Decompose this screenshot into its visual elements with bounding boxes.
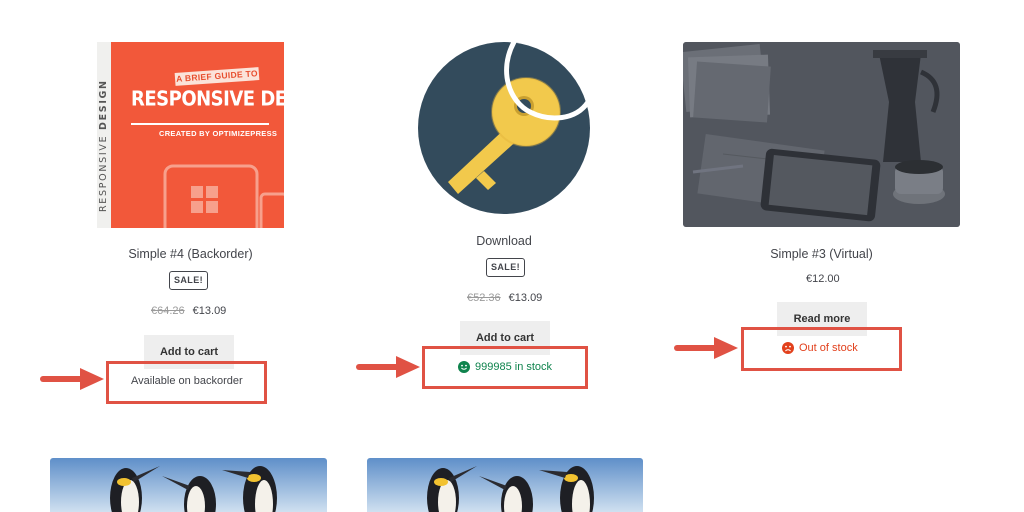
devices-illustration	[163, 164, 284, 228]
highlight-box-backorder	[106, 361, 267, 404]
arrow-right-icon	[674, 337, 738, 359]
product-title[interactable]: Download	[418, 234, 590, 248]
book-spine: RESPONSIVE DESIGN	[97, 42, 111, 228]
product-grid: RESPONSIVE DESIGN A BRIEF GUIDE TO RESPO…	[0, 0, 1024, 512]
arrow-right-icon	[356, 356, 420, 378]
book-spine-text: RESPONSIVE DESIGN	[98, 79, 109, 212]
sale-badge: SALE!	[486, 258, 525, 277]
product-image-book[interactable]: RESPONSIVE DESIGN A BRIEF GUIDE TO RESPO…	[97, 42, 284, 228]
book-byline: CREATED BY OPTIMIZEPRESS	[159, 129, 278, 138]
old-price: €52.36	[467, 292, 501, 304]
sale-price: €13.09	[508, 292, 543, 304]
product-price: €64.26 €13.09	[151, 305, 226, 317]
sale-price: €13.09	[192, 305, 227, 317]
product-image-penguins[interactable]	[50, 458, 327, 512]
product-image-desk[interactable]	[683, 42, 960, 227]
book-headline: RESPONSIVE DESIGN	[131, 86, 284, 111]
product-title[interactable]: Simple #4 (Backorder)	[97, 247, 284, 261]
product-price: €12.00	[806, 273, 840, 285]
old-price: €64.26	[151, 305, 185, 317]
arrow-right-icon	[40, 368, 104, 390]
highlight-box-out-of-stock	[741, 327, 902, 371]
product-price: €52.36 €13.09	[467, 292, 542, 304]
sale-badge: SALE!	[169, 271, 208, 290]
product-title[interactable]: Simple #3 (Virtual)	[683, 247, 960, 261]
product-image-penguins[interactable]	[367, 458, 643, 512]
highlight-box-in-stock	[422, 346, 588, 389]
book-rule	[131, 123, 269, 125]
book-tag: A BRIEF GUIDE TO	[174, 67, 260, 86]
product-image-key[interactable]	[418, 42, 590, 214]
